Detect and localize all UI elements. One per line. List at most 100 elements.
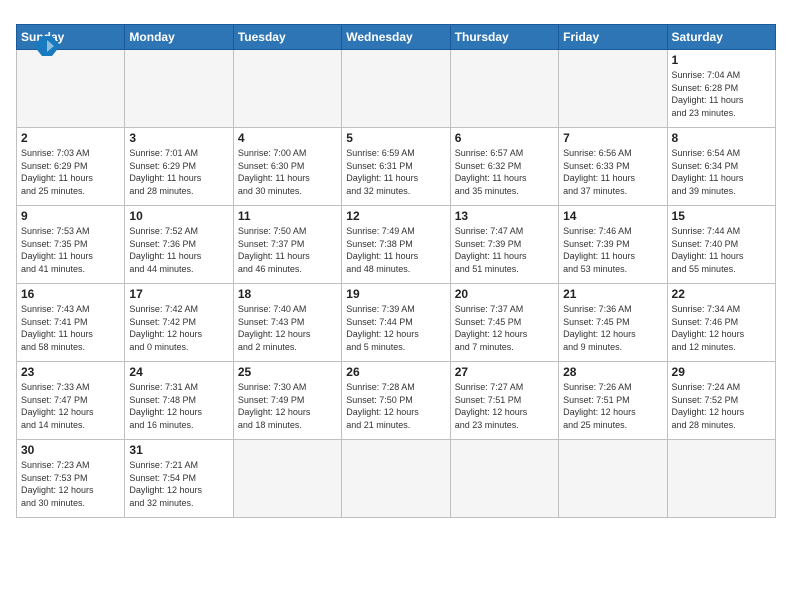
logo bbox=[32, 36, 60, 54]
day-number: 6 bbox=[455, 131, 554, 145]
day-info: Sunrise: 7:26 AM Sunset: 7:51 PM Dayligh… bbox=[563, 381, 662, 431]
day-cell: 13 Sunrise: 7:47 AM Sunset: 7:39 PM Dayli… bbox=[450, 206, 558, 284]
day-cell: 31 Sunrise: 7:21 AM Sunset: 7:54 PM Dayli… bbox=[125, 440, 233, 518]
day-cell: 4Sunrise: 7:00 AM Sunset: 6:30 PM Daylig… bbox=[233, 128, 341, 206]
day-info: Sunrise: 7:28 AM Sunset: 7:50 PM Dayligh… bbox=[346, 381, 445, 431]
day-info: Sunrise: 6:56 AM Sunset: 6:33 PM Dayligh… bbox=[563, 147, 662, 197]
day-number: 15 bbox=[672, 209, 771, 223]
day-cell: 7Sunrise: 6:56 AM Sunset: 6:33 PM Daylig… bbox=[559, 128, 667, 206]
day-info: Sunrise: 7:37 AM Sunset: 7:45 PM Dayligh… bbox=[455, 303, 554, 353]
day-cell: 20 Sunrise: 7:37 AM Sunset: 7:45 PM Dayli… bbox=[450, 284, 558, 362]
day-cell: 19 Sunrise: 7:39 AM Sunset: 7:44 PM Dayli… bbox=[342, 284, 450, 362]
day-cell: 14 Sunrise: 7:46 AM Sunset: 7:39 PM Dayli… bbox=[559, 206, 667, 284]
day-info: Sunrise: 7:04 AM Sunset: 6:28 PM Dayligh… bbox=[672, 69, 771, 119]
day-info: Sunrise: 7:31 AM Sunset: 7:48 PM Dayligh… bbox=[129, 381, 228, 431]
weekday-header-saturday: Saturday bbox=[667, 25, 775, 50]
day-cell: 12 Sunrise: 7:49 AM Sunset: 7:38 PM Dayli… bbox=[342, 206, 450, 284]
day-number: 11 bbox=[238, 209, 337, 223]
day-cell: 11 Sunrise: 7:50 AM Sunset: 7:37 PM Dayli… bbox=[233, 206, 341, 284]
day-number: 1 bbox=[672, 53, 771, 67]
day-number: 16 bbox=[21, 287, 120, 301]
day-cell: 6 Sunrise: 6:57 AM Sunset: 6:32 PM Daylig… bbox=[450, 128, 558, 206]
day-cell bbox=[233, 50, 341, 128]
day-number: 31 bbox=[129, 443, 228, 457]
weekday-header-wednesday: Wednesday bbox=[342, 25, 450, 50]
day-cell bbox=[17, 50, 125, 128]
day-info: Sunrise: 6:54 AM Sunset: 6:34 PM Dayligh… bbox=[672, 147, 771, 197]
weekday-header-tuesday: Tuesday bbox=[233, 25, 341, 50]
day-info: Sunrise: 7:49 AM Sunset: 7:38 PM Dayligh… bbox=[346, 225, 445, 275]
day-number: 13 bbox=[455, 209, 554, 223]
week-row-6: 30Sunrise: 7:23 AM Sunset: 7:53 PM Dayli… bbox=[17, 440, 776, 518]
day-info: Sunrise: 7:53 AM Sunset: 7:35 PM Dayligh… bbox=[21, 225, 120, 275]
day-number: 14 bbox=[563, 209, 662, 223]
day-cell: 22Sunrise: 7:34 AM Sunset: 7:46 PM Dayli… bbox=[667, 284, 775, 362]
day-cell bbox=[450, 440, 558, 518]
day-number: 3 bbox=[129, 131, 228, 145]
day-cell: 9Sunrise: 7:53 AM Sunset: 7:35 PM Daylig… bbox=[17, 206, 125, 284]
day-cell: 26 Sunrise: 7:28 AM Sunset: 7:50 PM Dayli… bbox=[342, 362, 450, 440]
day-info: Sunrise: 7:39 AM Sunset: 7:44 PM Dayligh… bbox=[346, 303, 445, 353]
day-cell: 1 Sunrise: 7:04 AM Sunset: 6:28 PM Daylig… bbox=[667, 50, 775, 128]
day-number: 18 bbox=[238, 287, 337, 301]
day-info: Sunrise: 7:46 AM Sunset: 7:39 PM Dayligh… bbox=[563, 225, 662, 275]
day-cell bbox=[233, 440, 341, 518]
day-cell: 21 Sunrise: 7:36 AM Sunset: 7:45 PM Dayli… bbox=[559, 284, 667, 362]
day-info: Sunrise: 7:36 AM Sunset: 7:45 PM Dayligh… bbox=[563, 303, 662, 353]
day-cell: 17 Sunrise: 7:42 AM Sunset: 7:42 PM Dayli… bbox=[125, 284, 233, 362]
day-cell bbox=[667, 440, 775, 518]
day-cell bbox=[125, 50, 233, 128]
day-number: 20 bbox=[455, 287, 554, 301]
day-info: Sunrise: 7:01 AM Sunset: 6:29 PM Dayligh… bbox=[129, 147, 228, 197]
weekday-header-row: SundayMondayTuesdayWednesdayThursdayFrid… bbox=[17, 25, 776, 50]
week-row-1: 1 Sunrise: 7:04 AM Sunset: 6:28 PM Daylig… bbox=[17, 50, 776, 128]
day-number: 12 bbox=[346, 209, 445, 223]
day-cell: 24 Sunrise: 7:31 AM Sunset: 7:48 PM Dayli… bbox=[125, 362, 233, 440]
day-cell: 18 Sunrise: 7:40 AM Sunset: 7:43 PM Dayli… bbox=[233, 284, 341, 362]
day-info: Sunrise: 7:33 AM Sunset: 7:47 PM Dayligh… bbox=[21, 381, 120, 431]
day-number: 24 bbox=[129, 365, 228, 379]
day-cell: 8 Sunrise: 6:54 AM Sunset: 6:34 PM Daylig… bbox=[667, 128, 775, 206]
day-cell: 10Sunrise: 7:52 AM Sunset: 7:36 PM Dayli… bbox=[125, 206, 233, 284]
logo-icon bbox=[34, 36, 60, 56]
weekday-header-thursday: Thursday bbox=[450, 25, 558, 50]
day-number: 27 bbox=[455, 365, 554, 379]
day-cell bbox=[559, 50, 667, 128]
day-cell: 16 Sunrise: 7:43 AM Sunset: 7:41 PM Dayli… bbox=[17, 284, 125, 362]
day-cell: 23 Sunrise: 7:33 AM Sunset: 7:47 PM Dayli… bbox=[17, 362, 125, 440]
day-number: 23 bbox=[21, 365, 120, 379]
day-cell: 5Sunrise: 6:59 AM Sunset: 6:31 PM Daylig… bbox=[342, 128, 450, 206]
day-info: Sunrise: 7:43 AM Sunset: 7:41 PM Dayligh… bbox=[21, 303, 120, 353]
day-info: Sunrise: 7:27 AM Sunset: 7:51 PM Dayligh… bbox=[455, 381, 554, 431]
weekday-header-monday: Monday bbox=[125, 25, 233, 50]
weekday-header-friday: Friday bbox=[559, 25, 667, 50]
day-info: Sunrise: 7:21 AM Sunset: 7:54 PM Dayligh… bbox=[129, 459, 228, 509]
day-info: Sunrise: 7:40 AM Sunset: 7:43 PM Dayligh… bbox=[238, 303, 337, 353]
day-number: 30 bbox=[21, 443, 120, 457]
day-info: Sunrise: 7:47 AM Sunset: 7:39 PM Dayligh… bbox=[455, 225, 554, 275]
day-info: Sunrise: 7:34 AM Sunset: 7:46 PM Dayligh… bbox=[672, 303, 771, 353]
day-info: Sunrise: 6:59 AM Sunset: 6:31 PM Dayligh… bbox=[346, 147, 445, 197]
day-cell: 2Sunrise: 7:03 AM Sunset: 6:29 PM Daylig… bbox=[17, 128, 125, 206]
day-cell: 3 Sunrise: 7:01 AM Sunset: 6:29 PM Daylig… bbox=[125, 128, 233, 206]
day-cell bbox=[342, 440, 450, 518]
week-row-3: 9Sunrise: 7:53 AM Sunset: 7:35 PM Daylig… bbox=[17, 206, 776, 284]
day-info: Sunrise: 7:52 AM Sunset: 7:36 PM Dayligh… bbox=[129, 225, 228, 275]
week-row-5: 23 Sunrise: 7:33 AM Sunset: 7:47 PM Dayli… bbox=[17, 362, 776, 440]
day-number: 26 bbox=[346, 365, 445, 379]
day-cell: 25Sunrise: 7:30 AM Sunset: 7:49 PM Dayli… bbox=[233, 362, 341, 440]
day-number: 21 bbox=[563, 287, 662, 301]
day-number: 17 bbox=[129, 287, 228, 301]
day-info: Sunrise: 7:50 AM Sunset: 7:37 PM Dayligh… bbox=[238, 225, 337, 275]
day-number: 2 bbox=[21, 131, 120, 145]
day-info: Sunrise: 6:57 AM Sunset: 6:32 PM Dayligh… bbox=[455, 147, 554, 197]
day-cell: 29Sunrise: 7:24 AM Sunset: 7:52 PM Dayli… bbox=[667, 362, 775, 440]
day-number: 29 bbox=[672, 365, 771, 379]
day-cell: 15Sunrise: 7:44 AM Sunset: 7:40 PM Dayli… bbox=[667, 206, 775, 284]
day-cell bbox=[342, 50, 450, 128]
day-info: Sunrise: 7:42 AM Sunset: 7:42 PM Dayligh… bbox=[129, 303, 228, 353]
day-number: 19 bbox=[346, 287, 445, 301]
day-cell: 30Sunrise: 7:23 AM Sunset: 7:53 PM Dayli… bbox=[17, 440, 125, 518]
day-number: 8 bbox=[672, 131, 771, 145]
calendar-table: SundayMondayTuesdayWednesdayThursdayFrid… bbox=[16, 24, 776, 518]
